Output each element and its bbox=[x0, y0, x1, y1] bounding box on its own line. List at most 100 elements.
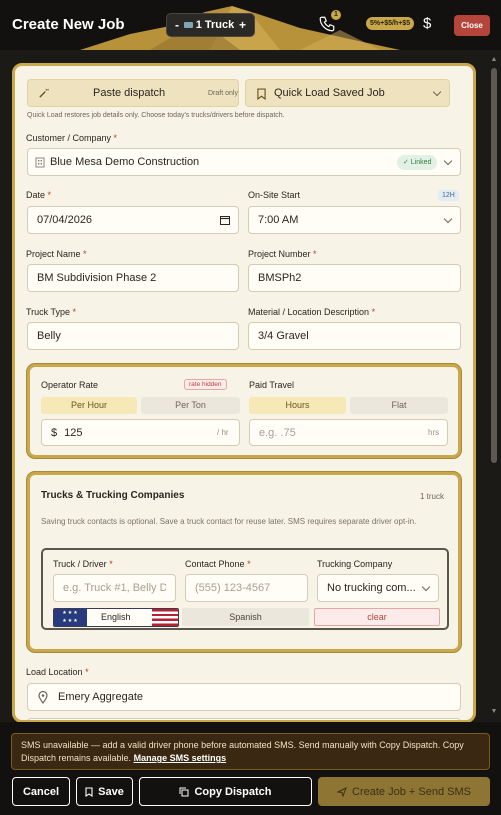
copy-icon bbox=[179, 787, 189, 796]
notification-badge: 1 bbox=[331, 10, 341, 20]
load-location-input[interactable]: Emery Aggregate bbox=[27, 683, 461, 711]
rates-card: Operator Rate rate hidden Per Hour Per T… bbox=[27, 364, 461, 458]
per-ton-toggle[interactable]: Per Ton bbox=[141, 397, 240, 414]
manage-sms-settings-link[interactable]: Manage SMS settings bbox=[134, 753, 227, 763]
linked-badge: ✓ Linked bbox=[397, 155, 438, 170]
per-hour-toggle[interactable]: Per Hour bbox=[41, 397, 137, 414]
truck-row: Truck / Driver * e.g. Truck #1, Belly Du… bbox=[41, 548, 449, 630]
operator-rate-input[interactable]: $ 125 / hr bbox=[41, 419, 240, 446]
increment-trucks-button[interactable]: + bbox=[239, 18, 246, 32]
time-format-badge[interactable]: 12H bbox=[438, 190, 459, 201]
magic-wand-icon bbox=[39, 88, 49, 98]
onsite-start-value: 7:00 AM bbox=[258, 214, 299, 226]
clear-truck-button[interactable]: clear bbox=[314, 608, 440, 626]
contact-phone-placeholder: (555) 123-4567 bbox=[195, 582, 271, 594]
truck-count-badge: 1 truck bbox=[420, 492, 445, 501]
paid-travel-placeholder: e.g. .75 bbox=[259, 426, 296, 439]
trucking-company-select[interactable]: No trucking com... bbox=[317, 574, 439, 602]
calendar-icon[interactable] bbox=[220, 215, 230, 225]
chevron-down-icon bbox=[443, 156, 453, 166]
project-number-label: Project Number * bbox=[248, 249, 317, 259]
operator-rate-label: Operator Rate bbox=[41, 380, 99, 390]
sms-unavailable-banner: SMS unavailable — add a valid driver pho… bbox=[11, 733, 490, 770]
material-input[interactable]: 3/4 Gravel bbox=[248, 322, 461, 350]
paste-dispatch-label: Paste dispatch bbox=[93, 87, 166, 99]
project-name-input[interactable]: BM Subdivision Phase 2 bbox=[27, 264, 239, 292]
project-name-value: BM Subdivision Phase 2 bbox=[37, 272, 157, 284]
cancel-label: Cancel bbox=[22, 785, 60, 798]
load-location-label: Load Location * bbox=[26, 667, 89, 677]
copy-dispatch-button[interactable]: Copy Dispatch bbox=[139, 777, 312, 806]
trucking-company-label: Trucking Company bbox=[317, 559, 393, 569]
chevron-down-icon bbox=[432, 87, 442, 97]
save-button[interactable]: Save bbox=[76, 777, 133, 806]
operator-rate-value: 125 bbox=[64, 426, 83, 439]
scroll-up-icon[interactable]: ▲ bbox=[490, 56, 498, 63]
contact-phone-label: Contact Phone * bbox=[185, 559, 251, 569]
truck-count-stepper[interactable]: - 1 Truck + bbox=[166, 13, 255, 37]
date-input[interactable]: 07/04/2026 bbox=[27, 206, 239, 234]
contact-phone-input[interactable]: (555) 123-4567 bbox=[185, 574, 308, 602]
save-label: Save bbox=[98, 785, 124, 798]
trucking-company-value: No trucking com... bbox=[327, 582, 416, 594]
customer-value: Blue Mesa Demo Construction bbox=[50, 156, 200, 168]
bookmark-icon bbox=[85, 786, 93, 797]
truck-type-input[interactable]: Belly bbox=[27, 322, 239, 350]
truck-driver-input[interactable]: e.g. Truck #1, Belly Dump bbox=[53, 574, 176, 602]
paid-travel-input[interactable]: e.g. .75 hrs bbox=[249, 419, 448, 446]
truck-count-label: 1 Truck bbox=[195, 19, 235, 31]
job-form-panel: Paste dispatch Draft only Quick Load Sav… bbox=[12, 63, 476, 723]
cancel-button[interactable]: Cancel bbox=[12, 777, 70, 806]
building-icon bbox=[35, 157, 45, 168]
quick-load-saved-job-label: Quick Load Saved Job bbox=[274, 87, 385, 99]
app-header: Create New Job - 1 Truck + 1 5%+$5/h+$5 … bbox=[0, 0, 501, 50]
create-job-send-sms-button[interactable]: Create Job + Send SMS bbox=[318, 777, 490, 806]
scroll-thumb[interactable] bbox=[491, 68, 497, 463]
truck-type-value: Belly bbox=[37, 330, 61, 342]
project-name-label: Project Name * bbox=[26, 249, 87, 259]
trucks-card: Trucks & Trucking Companies 1 truck Savi… bbox=[27, 472, 461, 652]
travel-hours-unit: hrs bbox=[428, 428, 440, 437]
hours-toggle[interactable]: Hours bbox=[249, 397, 346, 414]
paste-dispatch-button[interactable]: Paste dispatch Draft only bbox=[27, 79, 239, 107]
english-label: English bbox=[101, 612, 131, 622]
paid-travel-label: Paid Travel bbox=[249, 380, 295, 390]
map-pin-icon bbox=[38, 691, 48, 704]
quick-load-hint: Quick Load restores job details only. Ch… bbox=[27, 112, 285, 119]
trucks-section-title: Trucks & Trucking Companies bbox=[41, 490, 185, 501]
rate-hidden-badge[interactable]: rate hidden bbox=[184, 379, 227, 390]
form-scrollbar[interactable]: ▲ ▼ bbox=[490, 56, 498, 720]
load-location-value: Emery Aggregate bbox=[58, 691, 143, 703]
truck-icon bbox=[183, 22, 193, 28]
create-job-label: Create Job + Send SMS bbox=[352, 785, 471, 798]
english-language-button[interactable]: ★★★ ★★★ English bbox=[53, 608, 179, 627]
copy-dispatch-label: Copy Dispatch bbox=[194, 785, 272, 798]
per-hour-unit: / hr bbox=[217, 428, 229, 437]
chevron-down-icon bbox=[421, 582, 431, 592]
truck-driver-placeholder: e.g. Truck #1, Belly Dump bbox=[63, 582, 166, 594]
phone-button[interactable]: 1 bbox=[318, 10, 341, 35]
truck-type-label: Truck Type * bbox=[26, 307, 77, 317]
draft-only-badge: Draft only bbox=[208, 90, 238, 97]
customer-select[interactable]: Blue Mesa Demo Construction ✓ Linked bbox=[27, 148, 461, 176]
sms-warning-text: SMS unavailable — add a valid driver pho… bbox=[21, 740, 464, 763]
us-flag-icon: ★★★ ★★★ bbox=[54, 609, 87, 626]
dollar-icon[interactable]: $ bbox=[423, 15, 431, 32]
customer-label: Customer / Company * bbox=[26, 133, 118, 143]
fee-badge[interactable]: 5%+$5/h+$5 bbox=[366, 17, 415, 30]
decrement-trucks-button[interactable]: - bbox=[175, 18, 179, 32]
close-button[interactable]: Close bbox=[454, 15, 490, 36]
spanish-language-button[interactable]: Spanish bbox=[182, 608, 309, 626]
flat-toggle[interactable]: Flat bbox=[350, 397, 448, 414]
scroll-down-icon[interactable]: ▼ bbox=[490, 708, 498, 715]
quick-load-saved-job-dropdown[interactable]: Quick Load Saved Job bbox=[245, 79, 450, 107]
action-footer: SMS unavailable — add a valid driver pho… bbox=[0, 722, 501, 815]
truck-driver-label: Truck / Driver * bbox=[53, 559, 113, 569]
project-number-input[interactable]: BMSPh2 bbox=[248, 264, 461, 292]
onsite-start-label: On-Site Start bbox=[248, 190, 301, 200]
date-label: Date * bbox=[26, 190, 52, 200]
bookmark-icon bbox=[257, 88, 266, 100]
onsite-start-select[interactable]: 7:00 AM bbox=[248, 206, 461, 234]
project-number-value: BMSPh2 bbox=[258, 272, 302, 284]
flag-stripes-icon bbox=[152, 609, 178, 626]
